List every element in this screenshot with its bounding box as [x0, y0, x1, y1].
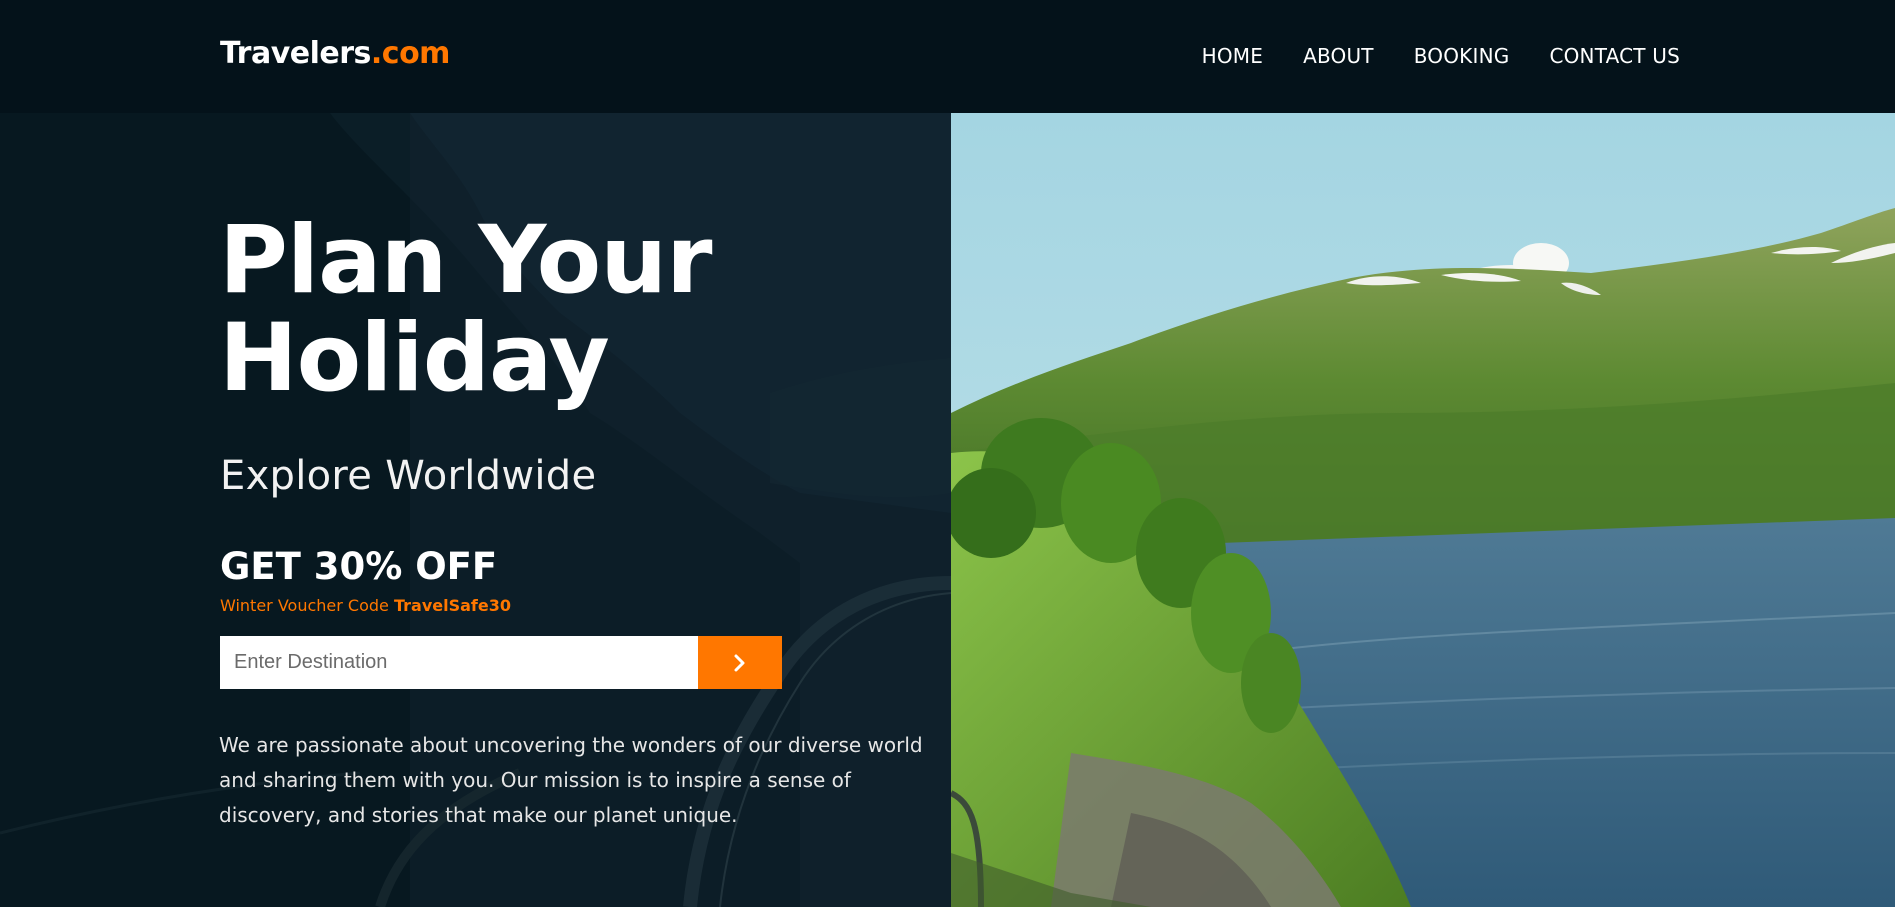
voucher-prefix: Winter Voucher Code: [220, 596, 394, 615]
search-submit-button[interactable]: [698, 636, 782, 689]
brand-logo[interactable]: Travelers.com: [220, 36, 450, 71]
hero-title-line2: Holiday: [219, 304, 610, 413]
offer-heading: GET 30% OFF: [220, 545, 498, 588]
destination-search: [220, 636, 782, 689]
chevron-right-icon: [734, 654, 745, 671]
nav-about[interactable]: ABOUT: [1303, 44, 1374, 68]
voucher-text: Winter Voucher Code TravelSafe30: [220, 596, 511, 615]
page: Travelers.com HOME ABOUT BOOKING CONTACT…: [0, 0, 1895, 907]
hero-panel: Plan Your Holiday Explore Worldwide GET …: [0, 113, 951, 907]
main-nav: HOME ABOUT BOOKING CONTACT US: [1202, 44, 1680, 68]
nav-home[interactable]: HOME: [1202, 44, 1263, 68]
nav-contact-us[interactable]: CONTACT US: [1549, 44, 1680, 68]
hero-subtitle: Explore Worldwide: [220, 453, 597, 499]
hero-description: We are passionate about uncovering the w…: [219, 733, 923, 827]
fjord-landscape-image: [951, 113, 1895, 907]
site-header: Travelers.com HOME ABOUT BOOKING CONTACT…: [0, 0, 1895, 113]
hero-photo: [951, 113, 1895, 907]
nav-booking[interactable]: BOOKING: [1414, 44, 1510, 68]
voucher-code: TravelSafe30: [393, 596, 511, 615]
destination-input[interactable]: [220, 636, 698, 689]
hero-title: Plan Your Holiday: [219, 212, 839, 408]
brand-name: Travelers: [220, 36, 371, 71]
brand-suffix: .com: [370, 36, 451, 71]
hero-title-line1: Plan Your: [219, 206, 713, 315]
